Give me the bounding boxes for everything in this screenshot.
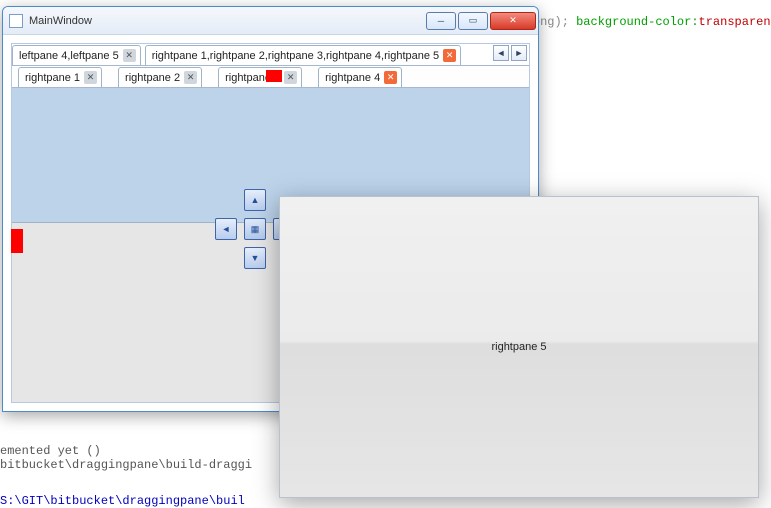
dock-down-button[interactable]: ▼ [244,247,266,269]
tab-label: rightpane 4 [325,72,380,84]
close-icon[interactable]: ✕ [184,71,197,84]
floating-pane[interactable]: rightpane 5 [279,196,759,498]
minimize-button[interactable]: ─ [426,12,456,30]
code-fragment-mid2: bitbucket\draggingpane\build-draggi [0,458,252,472]
dock-center-button[interactable]: ▦ [244,218,266,240]
dock-left-button[interactable]: ◄ [215,218,237,240]
dock-up-button[interactable]: ▲ [244,189,266,211]
tab-scroll-left-button[interactable]: ◄ [493,45,509,61]
maximize-button[interactable]: ▭ [458,12,488,30]
inner-tab-1[interactable]: rightpane 1 ✕ [18,67,102,87]
code-fragment-mid1: emented yet () [0,444,101,458]
close-icon[interactable]: ✕ [84,71,97,84]
tab-scroll-arrows: ◄ ► [493,45,527,61]
drag-marker-icon [266,70,282,82]
titlebar[interactable]: MainWindow ─ ▭ ✕ [3,7,538,35]
close-icon[interactable]: ✕ [123,49,136,62]
tab-label: rightpane 1 [25,72,80,84]
close-icon[interactable]: ✕ [284,71,297,84]
tab-label: rightpane 1,rightpane 2,rightpane 3,righ… [152,50,439,62]
tab-label: rightpane 2 [125,72,180,84]
close-icon[interactable]: ✕ [443,49,456,62]
outer-tabbar: leftpane 4,leftpane 5 ✕ rightpane 1,righ… [12,44,529,66]
code-fragment-bottom: S:\GIT\bitbucket\draggingpane\buil [0,494,245,508]
drag-marker-icon [11,229,23,253]
tab-label: leftpane 4,leftpane 5 [19,50,119,62]
close-icon[interactable]: ✕ [384,71,397,84]
outer-tab-left[interactable]: leftpane 4,leftpane 5 ✕ [12,45,141,65]
inner-tab-2[interactable]: rightpane 2 ✕ [118,67,202,87]
window-title: MainWindow [29,15,424,27]
app-icon [9,14,23,28]
floating-pane-label: rightpane 5 [491,341,546,353]
inner-tab-4[interactable]: rightpane 4 ✕ [318,67,402,87]
outer-tab-right[interactable]: rightpane 1,rightpane 2,rightpane 3,righ… [145,45,461,65]
inner-tab-3[interactable]: rightpane 3 ✕ [218,67,302,87]
tab-scroll-right-button[interactable]: ► [511,45,527,61]
close-button[interactable]: ✕ [490,12,536,30]
